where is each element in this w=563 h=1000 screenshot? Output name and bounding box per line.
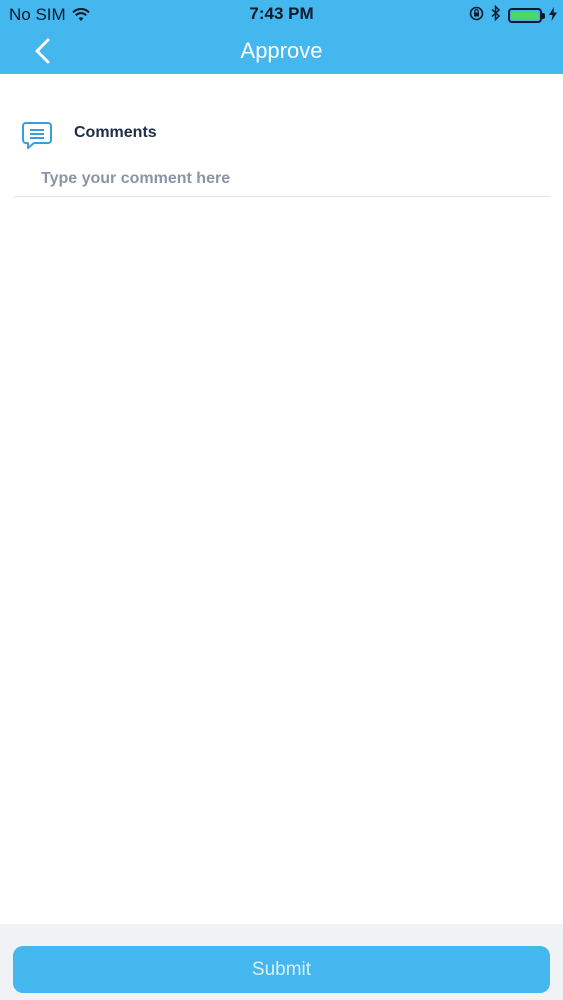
main-content: Comments <box>0 74 563 924</box>
footer: Submit <box>0 924 563 1000</box>
orientation-lock-icon <box>469 6 484 26</box>
status-right <box>469 4 557 26</box>
nav-bar: Approve <box>0 28 563 74</box>
battery-fill <box>512 12 538 19</box>
page-title: Approve <box>240 38 323 63</box>
comment-header <box>22 120 54 150</box>
comment-icon <box>22 120 54 150</box>
battery-icon <box>508 8 545 23</box>
charging-icon <box>549 6 557 26</box>
bluetooth-icon <box>491 4 501 26</box>
comment-input[interactable] <box>14 162 550 197</box>
submit-button[interactable]: Submit <box>13 946 550 993</box>
comments-label: Comments <box>74 124 157 141</box>
status-bar: No SIM 7:43 PM <box>0 0 563 28</box>
header: No SIM 7:43 PM Approve <box>0 0 563 74</box>
